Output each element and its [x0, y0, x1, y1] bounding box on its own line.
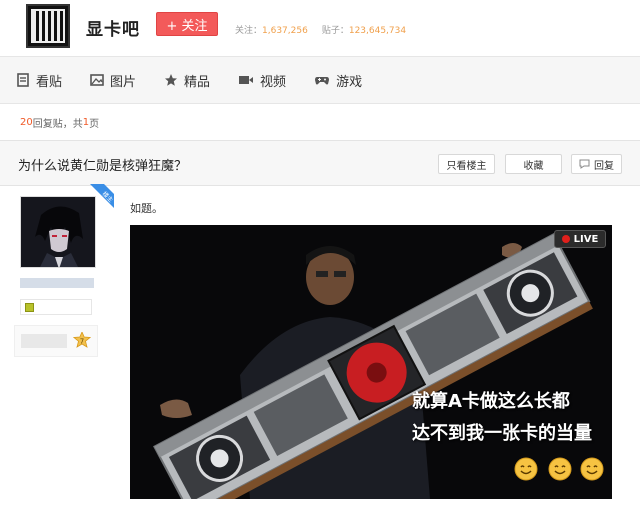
star-icon — [165, 74, 178, 86]
nav-label: 精品 — [184, 74, 211, 90]
follow-button[interactable]: + 关注 — [156, 12, 218, 36]
smile-emoji-icon — [514, 457, 538, 481]
nav-label: 图片 — [110, 74, 137, 90]
posts-count: 123,645,734 — [348, 26, 407, 36]
thread-title: 为什么说黄仁勋是核弹狂魔？ — [18, 159, 188, 174]
bar-name[interactable]: 显卡吧 — [86, 15, 140, 40]
reply-count-bar: 20 回复贴，共 1 页 — [0, 104, 640, 140]
favorite-button[interactable]: 收藏 — [505, 154, 562, 174]
live-label: LIVE — [573, 233, 599, 245]
nav-label: 看贴 — [36, 74, 63, 90]
post-content: 如题。 — [130, 202, 163, 215]
reply-label: 回复 — [594, 160, 614, 172]
nav-item-videos[interactable]: 视频 — [238, 71, 286, 90]
followers-count: 1,637,256 — [262, 26, 308, 36]
video-icon — [239, 76, 254, 84]
smile-emoji-icon — [548, 457, 572, 481]
image-caption-line1: 就算A卡做这么长都 — [412, 391, 570, 412]
nav-item-featured[interactable]: 精品 — [164, 71, 210, 90]
page-text: 页 — [89, 118, 100, 130]
live-dot-icon — [561, 235, 570, 243]
reply-count: 20 — [20, 116, 33, 128]
followers-label: 关注： — [235, 26, 263, 36]
reply-icon — [579, 159, 590, 169]
level-number: 7 — [80, 338, 84, 346]
user-level-row — [20, 299, 92, 315]
document-icon — [17, 73, 29, 87]
image-caption-line2: 达不到我一张卡的当量 — [412, 423, 592, 444]
post-image[interactable]: LIVE 就算A卡做这么长都 达不到我一张卡的当量 — [130, 225, 612, 499]
posts-label: 贴子： — [321, 26, 349, 36]
thread-title-bar: 为什么说黄仁勋是核弹狂魔？ 只看楼主 收藏 回复 — [0, 140, 640, 186]
level-badge-icon: 7 — [73, 332, 91, 348]
meme-image — [130, 225, 612, 499]
forum-header: 显卡吧 + 关注 关注：1,637,256 贴子：123,645,734 — [0, 0, 640, 56]
bar-logo[interactable] — [26, 4, 70, 48]
live-badge: LIVE — [554, 230, 606, 248]
reply-button[interactable]: 回复 — [571, 154, 622, 174]
gamepad-icon — [315, 77, 330, 85]
nav-label: 视频 — [260, 74, 287, 90]
reply-text: 回复贴，共 — [32, 118, 83, 130]
nav-item-posts[interactable]: 看贴 — [16, 71, 62, 90]
bar-nav: 看贴 图片 精品 视频 游戏 — [0, 56, 640, 104]
nav-label: 游戏 — [336, 74, 363, 90]
nav-item-games[interactable]: 游戏 — [314, 71, 362, 90]
smile-emoji-icon — [580, 457, 604, 481]
username-placeholder[interactable] — [20, 278, 94, 288]
medal-placeholder — [21, 334, 67, 348]
image-icon — [90, 74, 104, 86]
only-op-button[interactable]: 只看楼主 — [438, 154, 495, 174]
op-tag-icon: 楼主 — [90, 184, 114, 208]
medal-row: 7 — [14, 325, 98, 357]
avatar[interactable] — [20, 196, 96, 268]
bar-stats: 关注：1,637,256 贴子：123,645,734 — [235, 23, 406, 36]
level-icon — [25, 303, 34, 312]
post: 楼主 7 如题。 LIVE 就算A卡做这么长都 达不到我一张卡的当量 — [0, 184, 640, 518]
nav-item-images[interactable]: 图片 — [90, 71, 136, 90]
